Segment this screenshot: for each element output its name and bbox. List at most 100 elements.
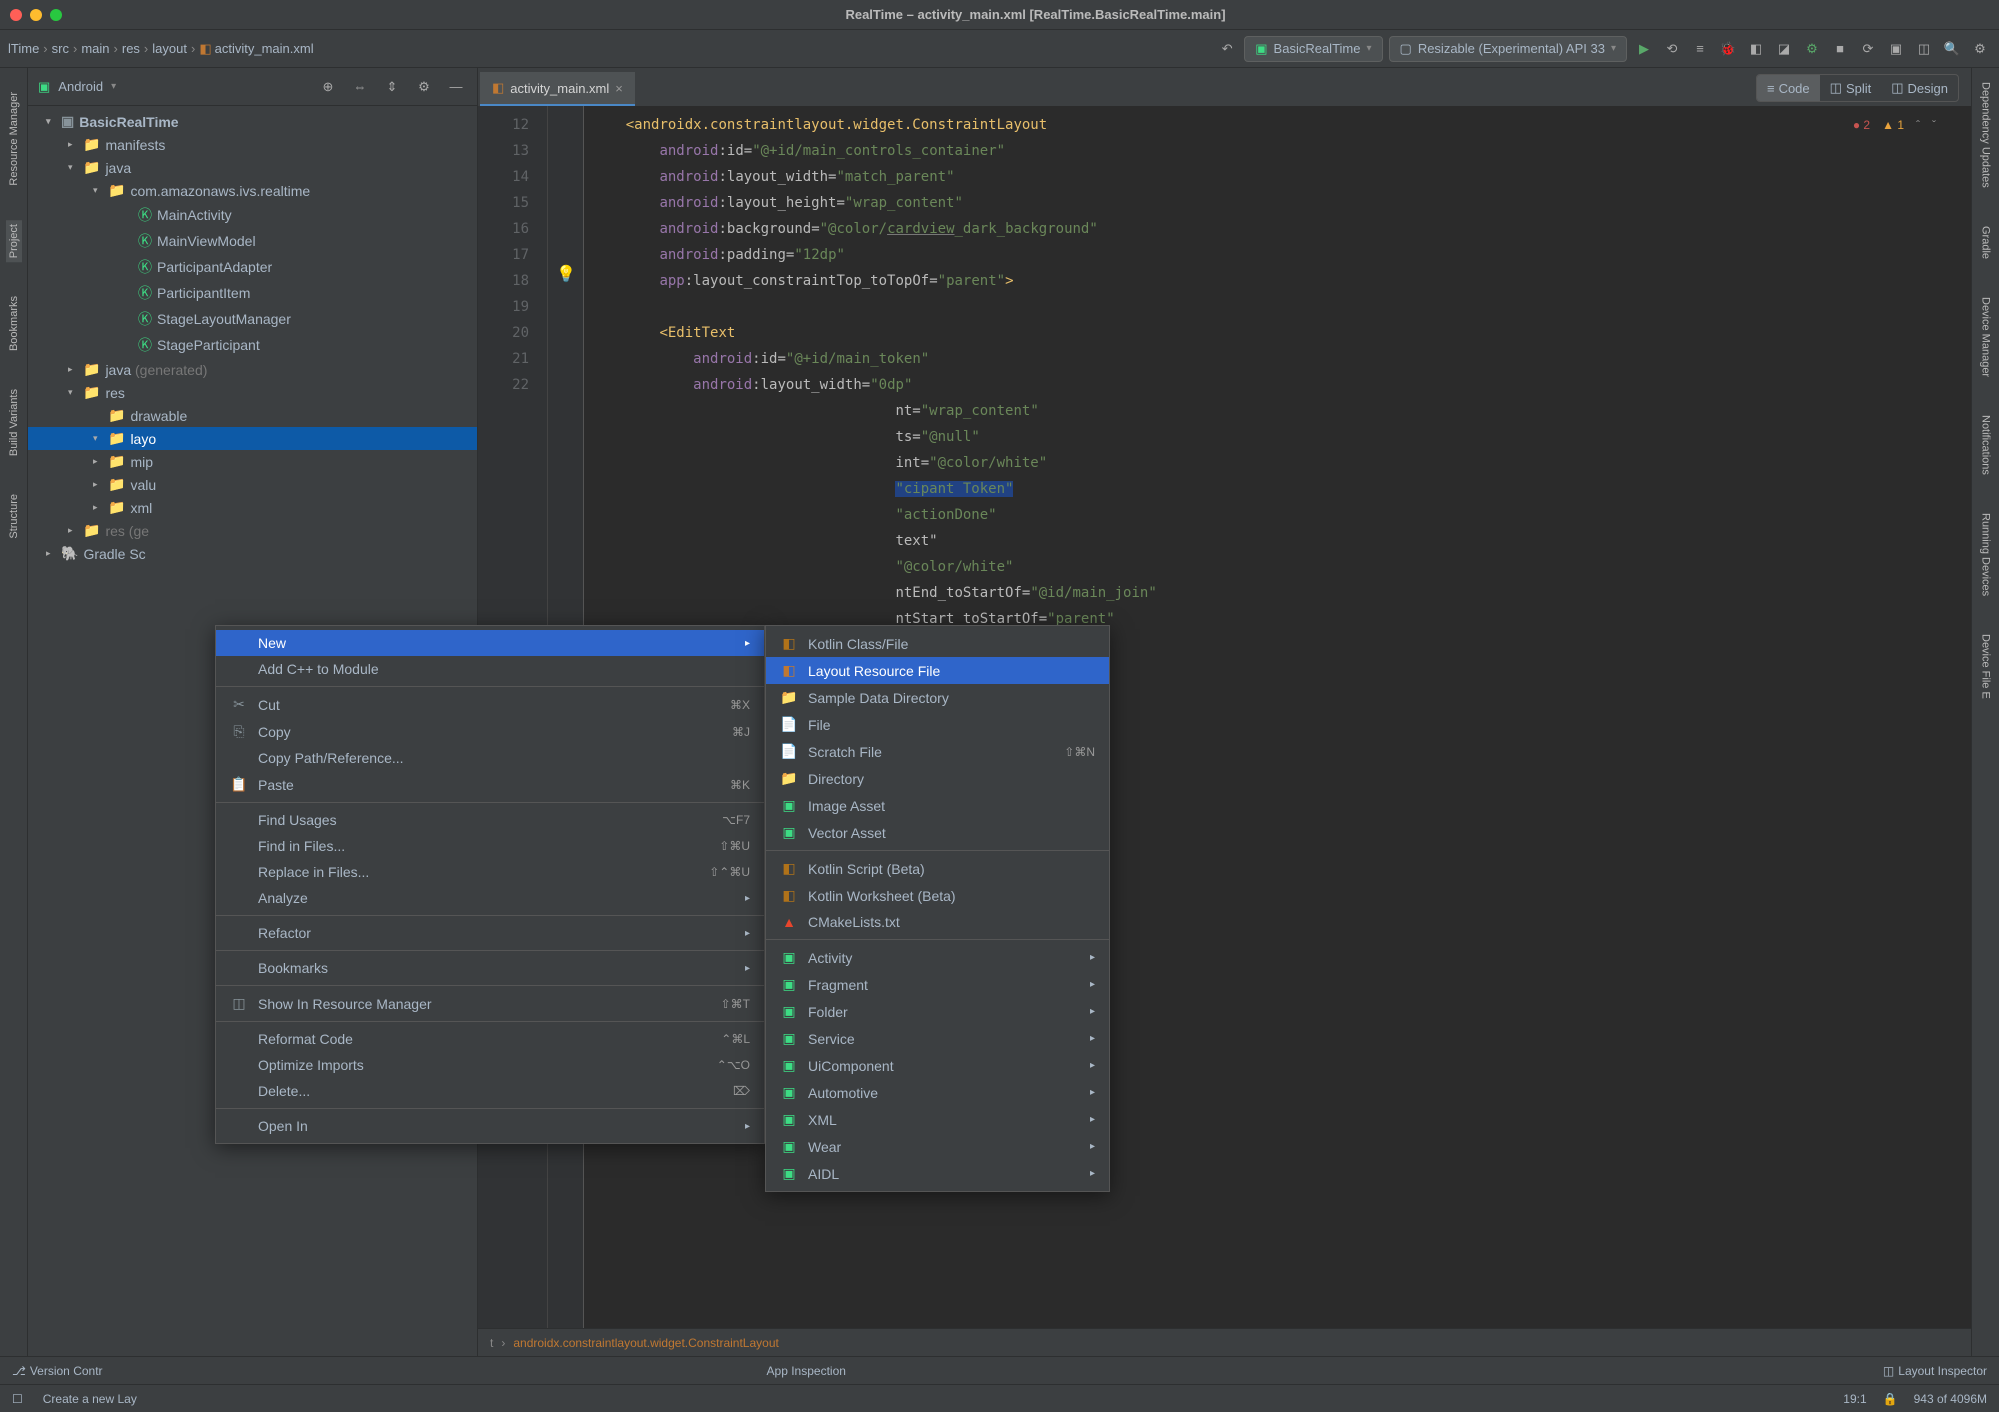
target-icon[interactable]: ⊕ — [317, 76, 339, 98]
tool-bookmarks[interactable]: Bookmarks — [6, 292, 22, 355]
maximize-window-button[interactable] — [50, 9, 62, 21]
menu-reformat[interactable]: Reformat Code⌃⌘L — [216, 1026, 764, 1052]
profile-icon[interactable]: ◧ — [1745, 38, 1767, 60]
refresh-icon[interactable]: ⟲ — [1661, 38, 1683, 60]
menu-new-service[interactable]: ▣Service▸ — [766, 1025, 1109, 1052]
menu-new-vector-asset[interactable]: ▣Vector Asset — [766, 819, 1109, 846]
menu-new-kotlin[interactable]: ◧Kotlin Class/File — [766, 630, 1109, 657]
tree-xml: ▸📁xml — [28, 496, 477, 519]
stop-icon[interactable]: ■ — [1829, 38, 1851, 60]
view-mode-code[interactable]: ≡ Code — [1757, 75, 1820, 101]
menu-new-uicomponent[interactable]: ▣UiComponent▸ — [766, 1052, 1109, 1079]
attach-icon[interactable]: ⚙ — [1801, 38, 1823, 60]
nav-crumb[interactable]: ◧activity_main.xml — [199, 41, 313, 57]
search-icon[interactable]: 🔍 — [1941, 38, 1963, 60]
tool-resource-manager[interactable]: Resource Manager — [6, 88, 22, 190]
menu-new-activity[interactable]: ▣Activity▸ — [766, 944, 1109, 971]
tree-gradle: ▸🐘Gradle Sc — [28, 542, 477, 565]
minimize-window-button[interactable] — [30, 9, 42, 21]
menu-new-cmake[interactable]: ▲CMakeLists.txt — [766, 909, 1109, 935]
menu-replace-in-files[interactable]: Replace in Files...⇧⌃⌘U — [216, 859, 764, 885]
sdk-icon[interactable]: ◫ — [1913, 38, 1935, 60]
tree-java-gen: ▸📁java (generated) — [28, 358, 477, 381]
close-window-button[interactable] — [10, 9, 22, 21]
menu-delete[interactable]: Delete...⌦ — [216, 1078, 764, 1104]
menu-new-automotive[interactable]: ▣Automotive▸ — [766, 1079, 1109, 1106]
settings-icon[interactable]: ⚙ — [1969, 38, 1991, 60]
menu-refactor[interactable]: Refactor▸ — [216, 920, 764, 946]
menu-new-layout-resource[interactable]: ◧Layout Resource File — [766, 657, 1109, 684]
tool-structure[interactable]: Structure — [6, 490, 22, 543]
tool-notifications[interactable]: Notifications — [1978, 411, 1994, 479]
editor-tab-active[interactable]: ◧ activity_main.xml × — [480, 72, 635, 106]
menu-cut[interactable]: ✂Cut⌘X — [216, 691, 764, 718]
menu-new-scratch[interactable]: 📄Scratch File⇧⌘N — [766, 738, 1109, 765]
breadcrumb-item[interactable]: androidx.constraintlayout.widget.Constra… — [513, 1336, 779, 1350]
run-icon[interactable]: ▶ — [1633, 38, 1655, 60]
close-tab-icon[interactable]: × — [615, 81, 623, 96]
bottom-tab-layout-inspector[interactable]: ◫Layout Inspector — [1883, 1364, 1987, 1378]
nav-crumb[interactable]: layout — [152, 41, 187, 56]
avd-icon[interactable]: ▣ — [1885, 38, 1907, 60]
tool-device-manager[interactable]: Device Manager — [1978, 293, 1994, 381]
menu-analyze[interactable]: Analyze▸ — [216, 885, 764, 911]
tool-device-file[interactable]: Device File E — [1978, 630, 1994, 703]
tool-gradle[interactable]: Gradle — [1978, 222, 1994, 263]
menu-show-resource-manager[interactable]: ◫Show In Resource Manager⇧⌘T — [216, 990, 764, 1017]
menu-paste[interactable]: 📋Paste⌘K — [216, 771, 764, 798]
panel-settings-icon[interactable]: ⚙ — [413, 76, 435, 98]
menu-new-wear[interactable]: ▣Wear▸ — [766, 1133, 1109, 1160]
menu-new-aidl[interactable]: ▣AIDL▸ — [766, 1160, 1109, 1187]
tree-java: ▾📁java — [28, 156, 477, 179]
view-mode-design[interactable]: ◫ Design — [1881, 75, 1958, 101]
nav-crumb[interactable]: main — [81, 41, 109, 56]
breadcrumb-item[interactable]: t — [490, 1336, 493, 1350]
menu-new-file[interactable]: 📄File — [766, 711, 1109, 738]
tool-build-variants[interactable]: Build Variants — [6, 385, 22, 460]
nav-crumb[interactable]: res — [122, 41, 140, 56]
nav-crumb[interactable]: src — [52, 41, 69, 56]
menu-new-sample-data[interactable]: 📁Sample Data Directory — [766, 684, 1109, 711]
memory-indicator[interactable]: 943 of 4096M — [1914, 1392, 1987, 1406]
menu-new-folder[interactable]: ▣Folder▸ — [766, 998, 1109, 1025]
menu-open-in[interactable]: Open In▸ — [216, 1113, 764, 1139]
menu-find-in-files[interactable]: Find in Files...⇧⌘U — [216, 833, 764, 859]
device-selector[interactable]: ▢Resizable (Experimental) API 33▾ — [1389, 36, 1627, 62]
bottom-tab-vcs[interactable]: ⎇Version Contr — [12, 1364, 103, 1378]
menu-bookmarks[interactable]: Bookmarks▸ — [216, 955, 764, 981]
tool-dependency-updates[interactable]: Dependency Updates — [1978, 78, 1994, 192]
tool-running-devices[interactable]: Running Devices — [1978, 509, 1994, 600]
intention-bulb-icon[interactable]: 💡 — [556, 264, 576, 284]
view-mode-split[interactable]: ◫ Split — [1820, 75, 1882, 101]
menu-new[interactable]: New▸ — [216, 630, 764, 656]
hide-panel-icon[interactable]: — — [445, 76, 467, 98]
tool-project[interactable]: Project — [6, 220, 22, 262]
caret-position[interactable]: 19:1 — [1843, 1392, 1866, 1406]
menu-new-kotlin-worksheet[interactable]: ◧Kotlin Worksheet (Beta) — [766, 882, 1109, 909]
menu-new-kotlin-script[interactable]: ◧Kotlin Script (Beta) — [766, 855, 1109, 882]
menu-find-usages[interactable]: Find Usages⌥F7 — [216, 807, 764, 833]
menu-add-cpp[interactable]: Add C++ to Module — [216, 656, 764, 682]
lock-icon[interactable]: 🔒 — [1883, 1392, 1898, 1406]
collapse-icon[interactable]: ⇔ — [349, 76, 371, 98]
run-config-selector[interactable]: ▣BasicRealTime▾ — [1244, 36, 1382, 62]
expand-icon[interactable]: ⇕ — [381, 76, 403, 98]
editor-warnings[interactable]: ● 2 ▲ 1 ˆˇ — [1853, 118, 1936, 132]
stack-icon[interactable]: ≡ — [1689, 38, 1711, 60]
menu-copy[interactable]: ⎘Copy⌘J — [216, 718, 764, 745]
back-icon[interactable]: ↶ — [1216, 38, 1238, 60]
menu-new-directory[interactable]: 📁Directory — [766, 765, 1109, 792]
menu-new-fragment[interactable]: ▣Fragment▸ — [766, 971, 1109, 998]
menu-new-xml[interactable]: ▣XML▸ — [766, 1106, 1109, 1133]
menu-copy-path[interactable]: Copy Path/Reference... — [216, 745, 764, 771]
panel-view-selector[interactable]: Android — [58, 79, 103, 94]
bottom-tab-app-inspection[interactable]: App Inspection — [767, 1364, 846, 1378]
sync-icon[interactable]: ⟳ — [1857, 38, 1879, 60]
menu-new-image-asset[interactable]: ▣Image Asset — [766, 792, 1109, 819]
coverage-icon[interactable]: ◪ — [1773, 38, 1795, 60]
debug-icon[interactable]: 🐞 — [1717, 38, 1739, 60]
nav-crumb[interactable]: lTime — [8, 41, 39, 56]
tree-mipmap: ▸📁mip — [28, 450, 477, 473]
menu-optimize-imports[interactable]: Optimize Imports⌃⌥O — [216, 1052, 764, 1078]
tree-class: ⓀStageLayoutManager — [28, 306, 477, 332]
